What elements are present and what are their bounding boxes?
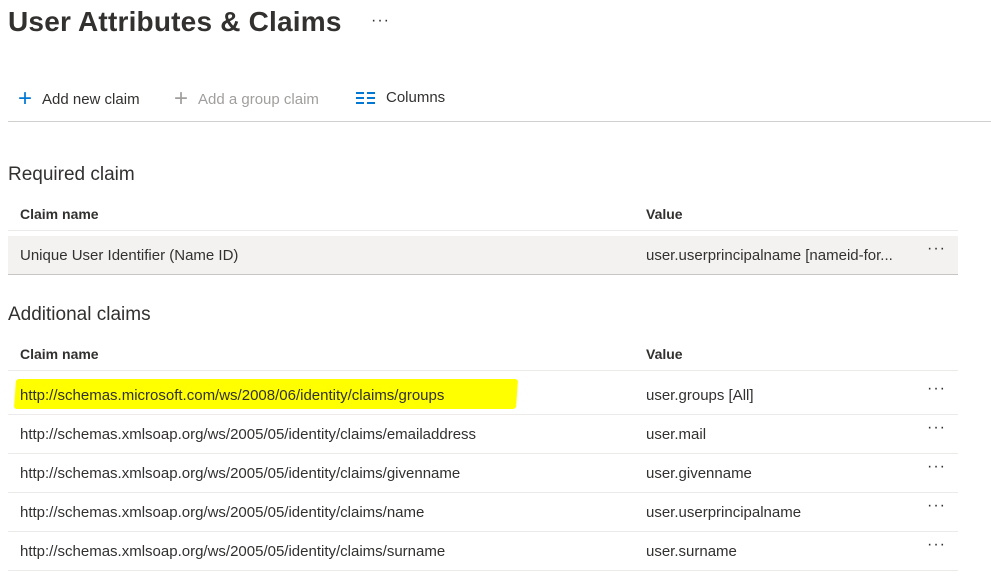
claim-name: http://schemas.xmlsoap.org/ws/2005/05/id… (20, 504, 425, 521)
command-bar: + Add new claim + Add a group claim Colu… (8, 80, 991, 122)
plus-icon: + (174, 85, 189, 112)
add-group-claim-button[interactable]: + Add a group claim (174, 85, 319, 112)
column-header-value[interactable]: Value (646, 346, 683, 362)
claim-name: http://schemas.xmlsoap.org/ws/2005/05/id… (20, 465, 461, 482)
table-row[interactable]: http://schemas.xmlsoap.org/ws/2005/05/id… (8, 532, 958, 571)
claim-value: user.surname (646, 543, 737, 560)
table-row[interactable]: Unique User Identifier (Name ID) user.us… (8, 236, 958, 275)
claim-value: user.groups [All] (646, 387, 754, 404)
claim-value: user.userprincipalname [nameid-for... (646, 247, 893, 264)
required-table-header: Claim name Value (8, 200, 958, 231)
columns-label: Columns (386, 89, 446, 106)
row-more-button[interactable]: ··· (927, 380, 946, 398)
column-header-claim-name[interactable]: Claim name (20, 346, 99, 362)
row-more-button[interactable]: ··· (927, 419, 946, 437)
claim-name: Unique User Identifier (Name ID) (20, 247, 239, 264)
table-row[interactable]: http://schemas.xmlsoap.org/ws/2005/05/id… (8, 454, 958, 493)
columns-icon (356, 91, 376, 104)
columns-button[interactable]: Columns (356, 89, 445, 106)
claim-name: http://schemas.microsoft.com/ws/2008/06/… (20, 387, 445, 404)
row-more-button[interactable]: ··· (927, 240, 946, 258)
additional-claims-heading: Additional claims (8, 304, 151, 325)
additional-table-header: Claim name Value (8, 340, 958, 371)
row-more-button[interactable]: ··· (927, 536, 946, 554)
column-header-claim-name[interactable]: Claim name (20, 206, 99, 222)
page-title: User Attributes & Claims (8, 6, 342, 37)
column-header-value[interactable]: Value (646, 206, 683, 222)
table-row[interactable]: http://schemas.microsoft.com/ws/2008/06/… (8, 376, 958, 415)
table-row[interactable]: http://schemas.xmlsoap.org/ws/2005/05/id… (8, 493, 958, 532)
claim-value: user.mail (646, 426, 707, 443)
claim-name: http://schemas.xmlsoap.org/ws/2005/05/id… (20, 426, 477, 443)
more-options-button[interactable]: ··· (371, 12, 390, 30)
row-more-button[interactable]: ··· (927, 458, 946, 476)
add-new-claim-label: Add new claim (42, 90, 140, 108)
add-new-claim-button[interactable]: + Add new claim (18, 85, 140, 112)
claim-name: http://schemas.xmlsoap.org/ws/2005/05/id… (20, 543, 446, 560)
plus-icon: + (18, 85, 33, 112)
row-more-button[interactable]: ··· (927, 497, 946, 515)
add-group-claim-label: Add a group claim (198, 90, 319, 108)
table-row[interactable]: http://schemas.xmlsoap.org/ws/2005/05/id… (8, 415, 958, 454)
required-claim-heading: Required claim (8, 164, 135, 185)
claim-value: user.userprincipalname (646, 504, 802, 521)
claim-value: user.givenname (646, 465, 752, 482)
